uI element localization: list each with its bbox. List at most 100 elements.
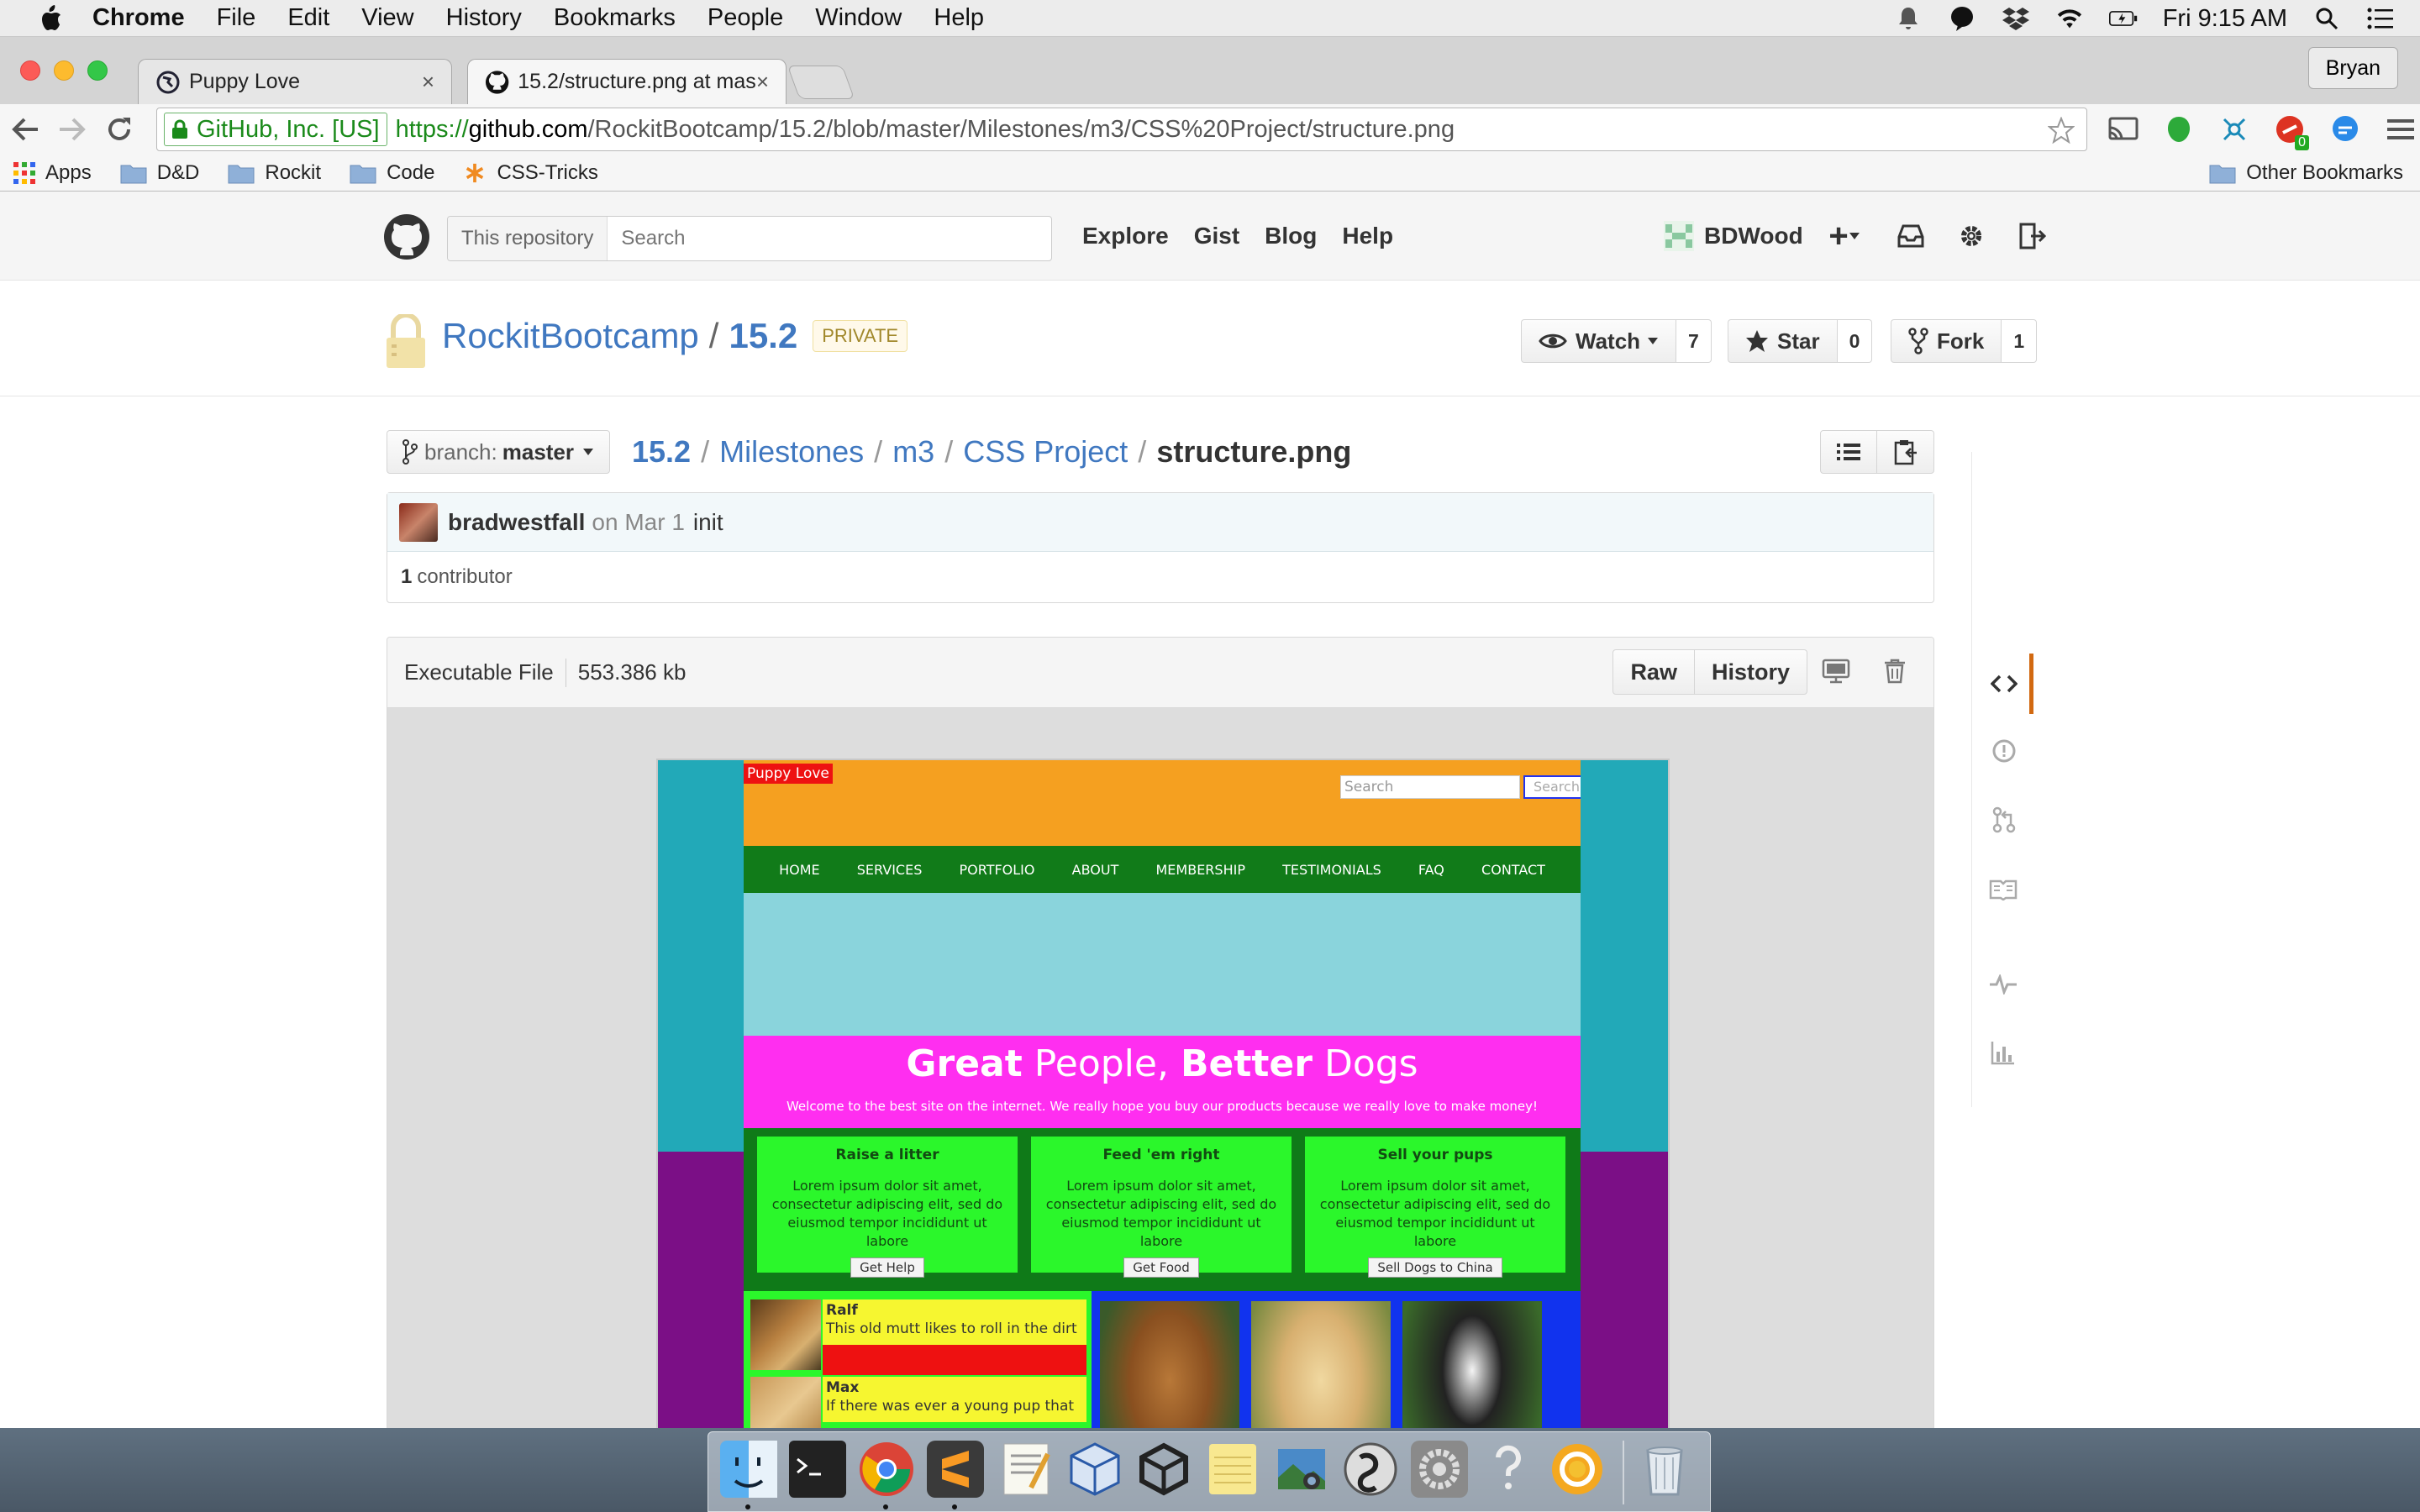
system-preferences-icon[interactable] <box>1411 1441 1468 1498</box>
menu-app-name[interactable]: Chrome <box>92 4 185 32</box>
menu-help[interactable]: Help <box>934 4 984 32</box>
sign-out-icon[interactable] <box>2017 221 2047 251</box>
wiki-book-icon[interactable] <box>1989 879 2018 900</box>
chrome-canary-icon[interactable] <box>1549 1441 1606 1498</box>
nav-blog[interactable]: Blog <box>1265 223 1317 249</box>
sublime-text-icon[interactable] <box>927 1441 984 1498</box>
menubar-clock[interactable]: Fri 9:15 AM <box>2163 5 2287 33</box>
lastpass-extension-icon[interactable]: 0 <box>2274 113 2309 150</box>
forks-count[interactable]: 1 <box>2002 319 2038 363</box>
avatar[interactable] <box>399 502 438 542</box>
delete-trash-icon[interactable] <box>1880 656 1910 686</box>
cast-icon[interactable] <box>2107 113 2139 145</box>
menu-view[interactable]: View <box>361 4 413 32</box>
tab-puppy-love[interactable]: Puppy Love × <box>138 59 452 104</box>
star-button[interactable]: Star <box>1728 319 1838 363</box>
bookmark-star-icon[interactable] <box>2048 117 2075 144</box>
virtualbox-icon[interactable] <box>1066 1441 1123 1498</box>
back-arrow-icon[interactable] <box>3 108 47 151</box>
tab-structure-png[interactable]: 15.2/structure.png at mast × <box>467 59 786 104</box>
code-icon[interactable] <box>1991 674 2018 694</box>
github-octocat-logo-icon[interactable] <box>383 213 430 260</box>
apple-menu-icon[interactable] <box>32 4 69 32</box>
contributors-summary[interactable]: 1 contributor <box>387 552 1933 602</box>
watchers-count[interactable]: 7 <box>1676 319 1712 363</box>
bookmark-folder-rockit[interactable]: Rockit <box>228 161 321 185</box>
menu-file[interactable]: File <box>217 4 256 32</box>
menu-history[interactable]: History <box>446 4 522 32</box>
forward-arrow-icon[interactable] <box>50 108 94 151</box>
watch-button[interactable]: Watch <box>1521 319 1677 363</box>
dropbox-icon[interactable] <box>2002 4 2030 33</box>
breadcrumb-css-project[interactable]: CSS Project <box>963 434 1128 470</box>
repo-name-link[interactable]: 15.2 <box>729 316 797 356</box>
menu-window[interactable]: Window <box>815 4 902 32</box>
history-button[interactable]: History <box>1694 649 1807 695</box>
messenger-extension-icon[interactable] <box>2329 113 2361 145</box>
finder-icon[interactable] <box>720 1441 777 1498</box>
user-profile-link[interactable]: BDWood <box>1664 192 1803 281</box>
search-input[interactable] <box>608 227 877 250</box>
spotlight-search-icon[interactable] <box>2312 4 2341 33</box>
branch-selector[interactable]: branch: master <box>387 430 611 474</box>
chat-bubble-icon[interactable] <box>1948 4 1976 33</box>
menu-people[interactable]: People <box>708 4 783 32</box>
repository-search[interactable]: This repository <box>447 216 1052 261</box>
ev-certificate-badge[interactable]: GitHub, Inc. [US] <box>164 113 387 146</box>
tab-close-icon[interactable]: × <box>422 69 434 95</box>
graphs-icon[interactable] <box>1991 1040 2016 1065</box>
copy-path-clipboard-icon[interactable] <box>1877 430 1934 474</box>
window-close-button[interactable] <box>20 60 40 81</box>
network-extension-icon[interactable] <box>2218 113 2250 145</box>
breadcrumb-m3[interactable]: m3 <box>892 434 934 470</box>
bookmark-other-bookmarks[interactable]: Other Bookmarks <box>2209 161 2403 185</box>
menu-edit[interactable]: Edit <box>287 4 329 32</box>
fork-button[interactable]: Fork <box>1891 319 2002 363</box>
new-tab-button[interactable] <box>786 66 855 99</box>
inbox-icon[interactable] <box>1896 221 1926 251</box>
bookmark-folder-code[interactable]: Code <box>350 161 434 185</box>
help-question-icon[interactable] <box>1480 1441 1537 1498</box>
bookmark-css-tricks[interactable]: CSS-Tricks <box>463 161 598 185</box>
bookmark-folder-dnd[interactable]: D&D <box>120 161 199 185</box>
issues-icon[interactable] <box>1992 739 2016 763</box>
image-capture-icon[interactable] <box>1273 1441 1330 1498</box>
breadcrumb-milestones[interactable]: Milestones <box>719 434 864 470</box>
commit-author-link[interactable]: bradwestfall <box>448 509 585 536</box>
repo-owner-link[interactable]: RockitBootcamp <box>442 316 699 356</box>
battery-charging-icon[interactable] <box>2108 4 2138 33</box>
chrome-menu-icon[interactable] <box>2385 113 2417 145</box>
tab-close-icon[interactable]: × <box>756 69 769 95</box>
evernote-web-clipper-icon[interactable] <box>2163 113 2195 145</box>
open-desktop-icon[interactable] <box>1821 656 1851 686</box>
steam-icon[interactable] <box>1342 1441 1399 1498</box>
breadcrumb-repo-root[interactable]: 15.2 <box>632 434 691 470</box>
settings-gear-icon[interactable] <box>1956 221 1986 251</box>
stargazers-count[interactable]: 0 <box>1837 319 1873 363</box>
notification-bell-icon[interactable] <box>1894 4 1923 33</box>
list-view-icon[interactable] <box>1820 430 1877 474</box>
nav-gist[interactable]: Gist <box>1194 223 1239 249</box>
trash-icon[interactable] <box>1636 1441 1693 1498</box>
pulse-icon[interactable] <box>1989 974 2018 995</box>
nav-help[interactable]: Help <box>1342 223 1393 249</box>
notes-icon[interactable] <box>1204 1441 1261 1498</box>
unity-icon[interactable] <box>1135 1441 1192 1498</box>
reload-icon[interactable] <box>97 108 141 151</box>
nav-explore[interactable]: Explore <box>1082 223 1169 249</box>
textedit-icon[interactable] <box>997 1441 1055 1498</box>
window-zoom-button[interactable] <box>87 60 108 81</box>
chrome-dock-icon[interactable] <box>858 1441 915 1498</box>
menu-bookmarks[interactable]: Bookmarks <box>554 4 676 32</box>
chrome-profile-button[interactable]: Bryan <box>2307 47 2398 89</box>
raw-button[interactable]: Raw <box>1612 649 1695 695</box>
wifi-icon[interactable] <box>2055 4 2084 33</box>
commit-message-link[interactable]: init <box>693 509 723 536</box>
window-minimize-button[interactable] <box>54 60 74 81</box>
bookmark-apps[interactable]: Apps <box>13 161 92 185</box>
address-bar[interactable]: GitHub, Inc. [US] https://github.com/Roc… <box>156 108 2087 151</box>
pull-requests-icon[interactable] <box>1992 806 2016 833</box>
terminal-icon[interactable] <box>789 1441 846 1498</box>
create-new-dropdown[interactable]: + <box>1823 218 1865 255</box>
notification-center-icon[interactable] <box>2366 4 2395 33</box>
